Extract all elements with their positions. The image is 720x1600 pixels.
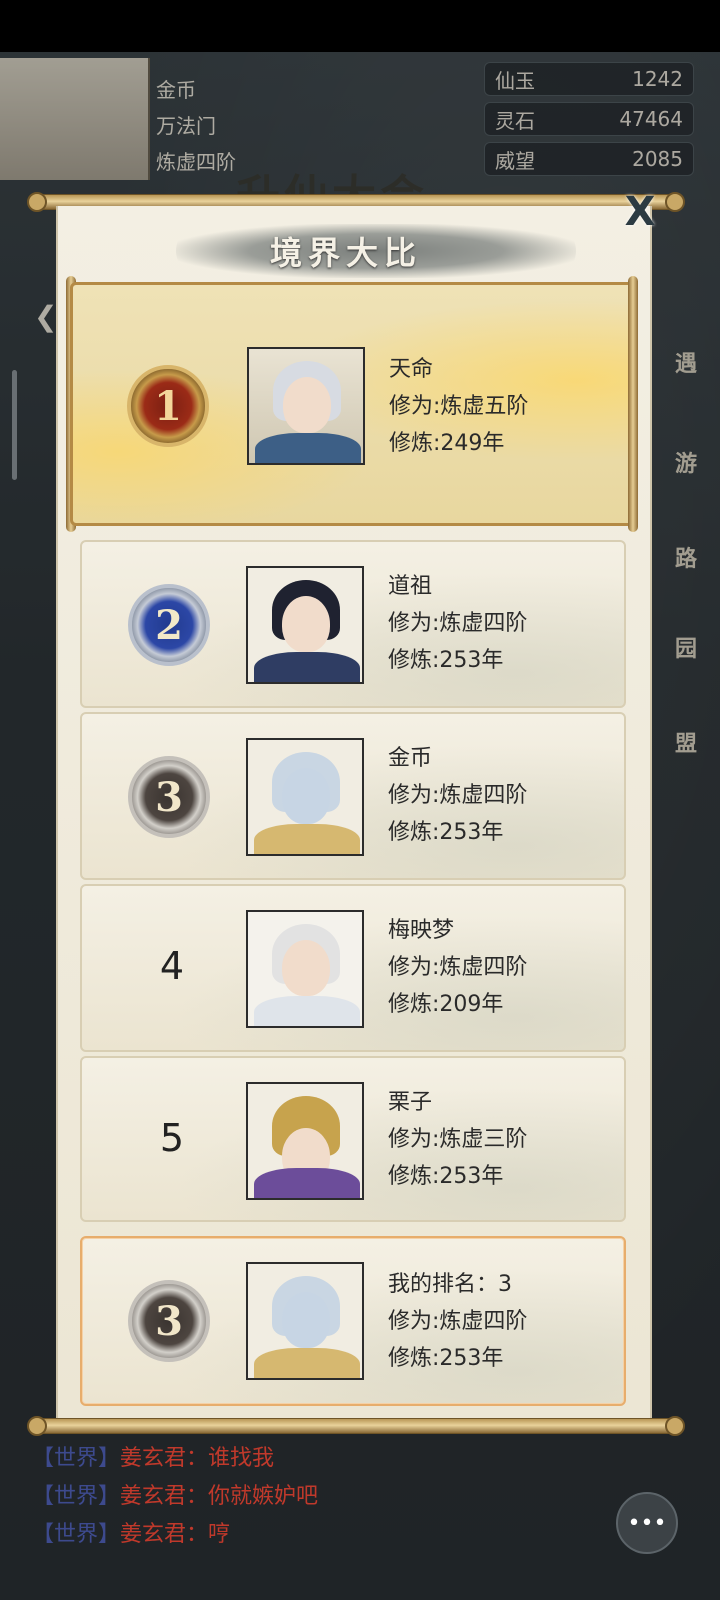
chat-nick: 姜玄君： bbox=[120, 1484, 209, 1509]
silver-medal-icon: 2 bbox=[128, 584, 210, 666]
world-chat[interactable]: 【世界】姜玄君：谁找我 【世界】姜玄君：你就嫉妒吧 【世界】姜玄君：哼 bbox=[32, 1440, 318, 1554]
bronze-medal-icon: 3 bbox=[128, 756, 210, 838]
chat-line: 【世界】姜玄君：谁找我 bbox=[32, 1440, 318, 1478]
rank-number: 4 bbox=[159, 944, 185, 988]
player-name: 栗子 bbox=[388, 1090, 433, 1115]
player-details: 栗子 修为:炼虚三阶 修炼:253年 bbox=[388, 1084, 527, 1195]
rod-knob bbox=[665, 192, 685, 212]
player-details: 梅映梦 修为:炼虚四阶 修炼:209年 bbox=[388, 912, 527, 1023]
ranking-row-2[interactable]: 2 道祖 修为:炼虚四阶 修炼:253年 bbox=[80, 540, 626, 708]
chat-channel: 【世界】 bbox=[32, 1446, 121, 1471]
avatar-face bbox=[282, 940, 330, 996]
player-cultivation: 修为:炼虚五阶 bbox=[389, 394, 529, 419]
rank-number: 1 bbox=[154, 382, 182, 430]
avatar bbox=[246, 738, 364, 856]
my-years: 修炼:253年 bbox=[388, 1346, 504, 1371]
my-cultivation: 修为:炼虚四阶 bbox=[388, 1309, 528, 1334]
ranking-row-3[interactable]: 3 金币 修为:炼虚四阶 修炼:253年 bbox=[80, 712, 626, 880]
bronze-medal-icon: 3 bbox=[128, 1280, 210, 1362]
avatar-face bbox=[282, 1292, 330, 1348]
player-name: 道祖 bbox=[388, 574, 433, 599]
scroll-rod-bottom bbox=[27, 1416, 685, 1436]
gold-medal-icon: 1 bbox=[127, 365, 209, 447]
my-rank-label: 我的排名：3 bbox=[388, 1272, 512, 1297]
player-cultivation: 修为:炼虚四阶 bbox=[388, 783, 528, 808]
avatar-face bbox=[283, 377, 331, 433]
player-years: 修炼:249年 bbox=[389, 431, 505, 456]
my-details: 我的排名：3 修为:炼虚四阶 修炼:253年 bbox=[388, 1266, 527, 1377]
player-name: 天命 bbox=[389, 357, 434, 382]
player-name: 梅映梦 bbox=[388, 918, 455, 943]
player-cultivation: 修为:炼虚四阶 bbox=[388, 955, 528, 980]
chat-message: 哼 bbox=[208, 1522, 231, 1547]
chat-bubble-icon[interactable]: ••• bbox=[616, 1492, 678, 1554]
chat-channel: 【世界】 bbox=[32, 1522, 121, 1547]
avatar-face bbox=[282, 596, 330, 652]
avatar-robe bbox=[254, 1168, 360, 1198]
player-cultivation: 修为:炼虚四阶 bbox=[388, 611, 528, 636]
ranking-row-5[interactable]: 5 栗子 修为:炼虚三阶 修炼:253年 bbox=[80, 1056, 626, 1222]
ranking-row-4[interactable]: 4 梅映梦 修为:炼虚四阶 修炼:209年 bbox=[80, 884, 626, 1052]
rank-number: 2 bbox=[155, 601, 183, 649]
avatar bbox=[246, 1262, 364, 1380]
player-details: 天命 修为:炼虚五阶 修炼:249年 bbox=[389, 351, 528, 462]
chat-message: 谁找我 bbox=[208, 1446, 275, 1471]
avatar-robe bbox=[254, 824, 360, 854]
avatar-robe bbox=[255, 433, 361, 463]
player-years: 修炼:209年 bbox=[388, 992, 504, 1017]
player-years: 修炼:253年 bbox=[388, 1164, 504, 1189]
player-name: 金币 bbox=[388, 746, 433, 771]
player-cultivation: 修为:炼虚三阶 bbox=[388, 1127, 528, 1152]
rod-knob bbox=[665, 1416, 685, 1436]
rod-knob bbox=[27, 192, 47, 212]
close-button[interactable]: X bbox=[620, 192, 660, 232]
rank-number: 5 bbox=[159, 1116, 185, 1160]
player-years: 修炼:253年 bbox=[388, 820, 504, 845]
player-details: 道祖 修为:炼虚四阶 修炼:253年 bbox=[388, 568, 527, 679]
chat-nick: 姜玄君： bbox=[120, 1446, 209, 1471]
chat-line: 【世界】姜玄君：你就嫉妒吧 bbox=[32, 1478, 318, 1516]
avatar bbox=[246, 1082, 364, 1200]
avatar-robe bbox=[254, 1348, 360, 1378]
rank-number: 3 bbox=[155, 1297, 183, 1345]
avatar-robe bbox=[254, 652, 360, 682]
avatar bbox=[246, 566, 364, 684]
avatar-face bbox=[282, 768, 330, 824]
rank-number: 3 bbox=[155, 773, 183, 821]
my-rank-row: 3 我的排名：3 修为:炼虚四阶 修炼:253年 bbox=[80, 1236, 626, 1406]
rod-knob bbox=[27, 1416, 47, 1436]
avatar bbox=[247, 347, 365, 465]
scroll-end-right bbox=[628, 276, 638, 532]
chat-nick: 姜玄君： bbox=[120, 1522, 209, 1547]
ranking-row-1[interactable]: 1 天命 修为:炼虚五阶 修炼:249年 bbox=[70, 282, 636, 526]
dialog-title: 境界大比 bbox=[269, 234, 422, 272]
avatar bbox=[246, 910, 364, 1028]
chat-channel: 【世界】 bbox=[32, 1484, 121, 1509]
player-details: 金币 修为:炼虚四阶 修炼:253年 bbox=[388, 740, 527, 851]
player-years: 修炼:253年 bbox=[388, 648, 504, 673]
chat-message: 你就嫉妒吧 bbox=[208, 1484, 319, 1509]
status-bar bbox=[0, 0, 720, 52]
avatar-robe bbox=[254, 996, 360, 1026]
chat-line: 【世界】姜玄君：哼 bbox=[32, 1516, 318, 1554]
